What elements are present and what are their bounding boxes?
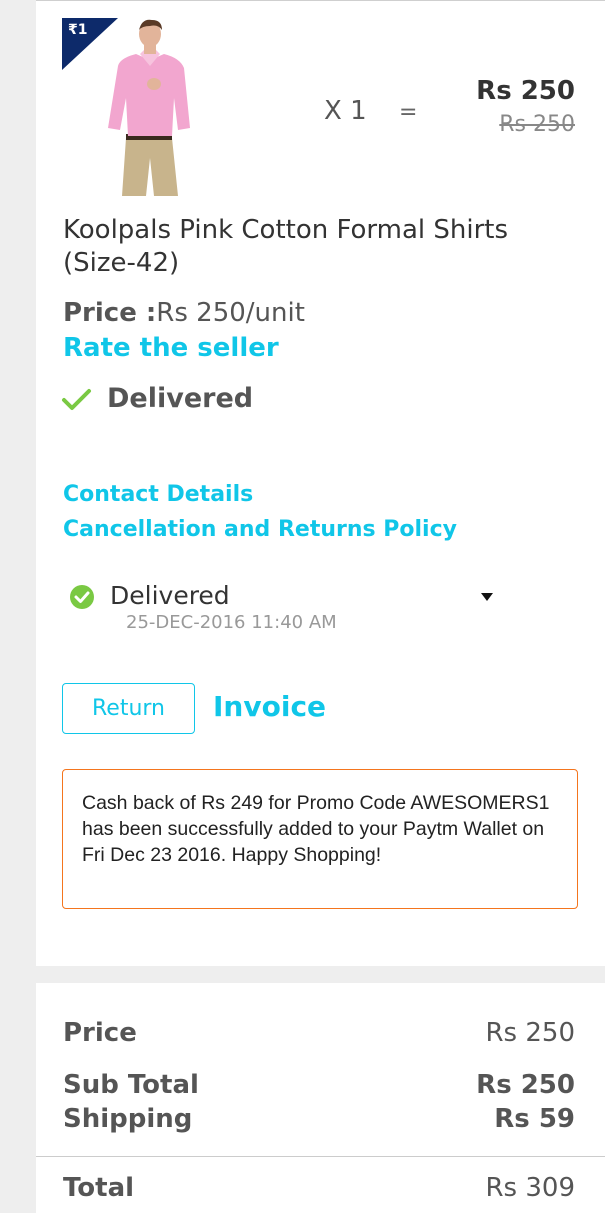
equals-sign: = [399, 100, 418, 125]
cashback-message: Cash back of Rs 249 for Promo Code AWESO… [62, 769, 578, 909]
summary-shipping-value: Rs 59 [494, 1104, 575, 1134]
summary-total-label: Total [63, 1173, 135, 1203]
summary-total-value: Rs 309 [485, 1173, 575, 1203]
caret-down-icon[interactable] [480, 592, 494, 602]
contact-details-link[interactable]: Contact Details [63, 482, 253, 507]
delivery-status-title: Delivered [107, 383, 254, 414]
invoice-link[interactable]: Invoice [213, 690, 326, 723]
product-title[interactable]: Koolpals Pink Cotton Formal Shirts (Size… [63, 214, 543, 280]
offer-badge-text: ₹1 [68, 22, 88, 38]
return-button[interactable]: Return [62, 683, 195, 734]
summary-subtotal-label: Sub Total [63, 1070, 199, 1100]
summary-price-value: Rs 250 [485, 1018, 575, 1048]
summary-divider [36, 1156, 605, 1157]
unit-price-label: Price : [63, 298, 157, 328]
unit-price: Price :Rs 250/unit [63, 298, 305, 328]
status-label: Delivered [110, 581, 230, 610]
item-total-price: Rs 250 [476, 76, 575, 106]
status-date: 25-DEC-2016 11:40 AM [126, 612, 337, 633]
summary-subtotal-value: Rs 250 [476, 1070, 575, 1100]
cancellation-policy-link[interactable]: Cancellation and Returns Policy [63, 517, 457, 542]
rate-seller-link[interactable]: Rate the seller [63, 333, 279, 363]
summary-price-label: Price [63, 1018, 137, 1048]
quantity-text: X 1 [324, 96, 367, 126]
check-circle-icon [70, 585, 94, 609]
product-image[interactable] [100, 18, 200, 198]
original-price: Rs 250 [499, 112, 575, 137]
unit-price-value: Rs 250/unit [156, 298, 305, 328]
check-icon [62, 389, 91, 410]
summary-shipping-label: Shipping [63, 1104, 193, 1134]
